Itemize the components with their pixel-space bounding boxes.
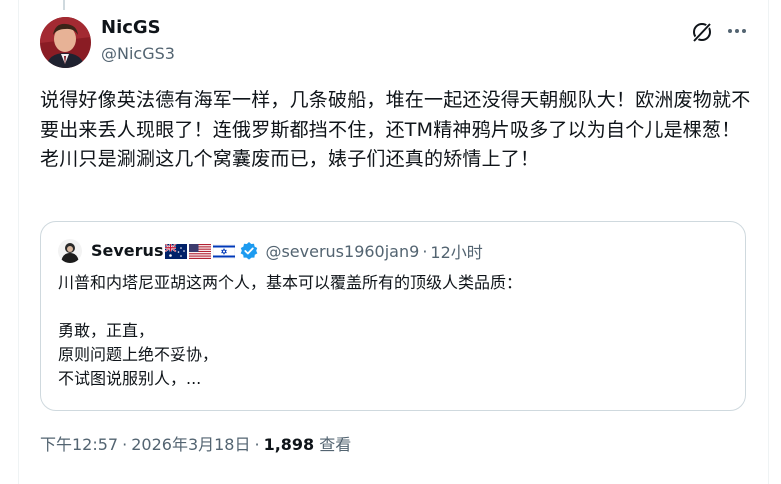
thread-connector-line	[63, 0, 65, 10]
grok-icon	[691, 21, 713, 43]
verified-badge-icon	[239, 241, 259, 261]
usa-flag	[189, 243, 212, 259]
quoted-text-line: 勇敢，正直，	[58, 321, 155, 340]
tweet-time[interactable]: 下午12:57	[40, 435, 118, 454]
quoted-tweet-text: 川普和内塔尼亚胡这两个人，基本可以覆盖所有的顶级人类品质： 勇敢，正直， 原则问…	[58, 271, 718, 391]
tweet-date[interactable]: 2026年3月18日	[131, 435, 250, 454]
quoted-text-line: 川普和内塔尼亚胡这两个人，基本可以覆盖所有的顶级人类品质：	[58, 273, 523, 292]
israel-flag	[213, 243, 236, 259]
quoted-tweet-header: Severus @severus1960jan9 · 12小时	[91, 240, 483, 262]
tweet-text: 说得好像英法德有海军一样，几条破船，堆在一起还没得天朝舰队大！欧洲废物就不要出来…	[40, 89, 751, 170]
views-count: 1,898	[263, 435, 315, 454]
quoted-text-line	[58, 295, 718, 319]
quoted-separator-dot: ·	[422, 241, 428, 261]
timeline-right-border	[768, 0, 769, 484]
author-handle[interactable]: @NicGS3	[101, 43, 175, 65]
meta-separator-dot: ·	[254, 435, 260, 454]
views-label: 查看	[319, 435, 352, 454]
more-dots-icon	[728, 29, 746, 33]
grok-button[interactable]	[688, 18, 716, 46]
quoted-tweet-card[interactable]: Severus @severus1960jan9 · 12小时 川普和内塔尼亚胡…	[40, 221, 746, 411]
quoted-display-name[interactable]: Severus	[91, 240, 163, 262]
meta-separator-dot: ·	[122, 435, 128, 454]
quoted-text-line: 原则问题上绝不妥协，	[58, 345, 219, 364]
quoted-timestamp[interactable]: 12小时	[430, 239, 482, 263]
timeline-left-border	[18, 0, 19, 484]
quoted-author-avatar[interactable]	[58, 239, 82, 263]
more-options-button[interactable]	[724, 18, 750, 44]
tweet-metadata: 下午12:57 · 2026年3月18日 · 1,898 查看	[40, 433, 351, 457]
author-display-name[interactable]: NicGS	[101, 16, 161, 40]
author-avatar-image	[40, 17, 91, 68]
quoted-avatar-image	[58, 239, 82, 263]
quoted-handle[interactable]: @severus1960jan9	[265, 242, 419, 261]
author-avatar[interactable]	[40, 17, 91, 68]
quoted-text-line: 不试图说服别人，...	[58, 369, 202, 388]
australia-flag	[165, 243, 188, 259]
